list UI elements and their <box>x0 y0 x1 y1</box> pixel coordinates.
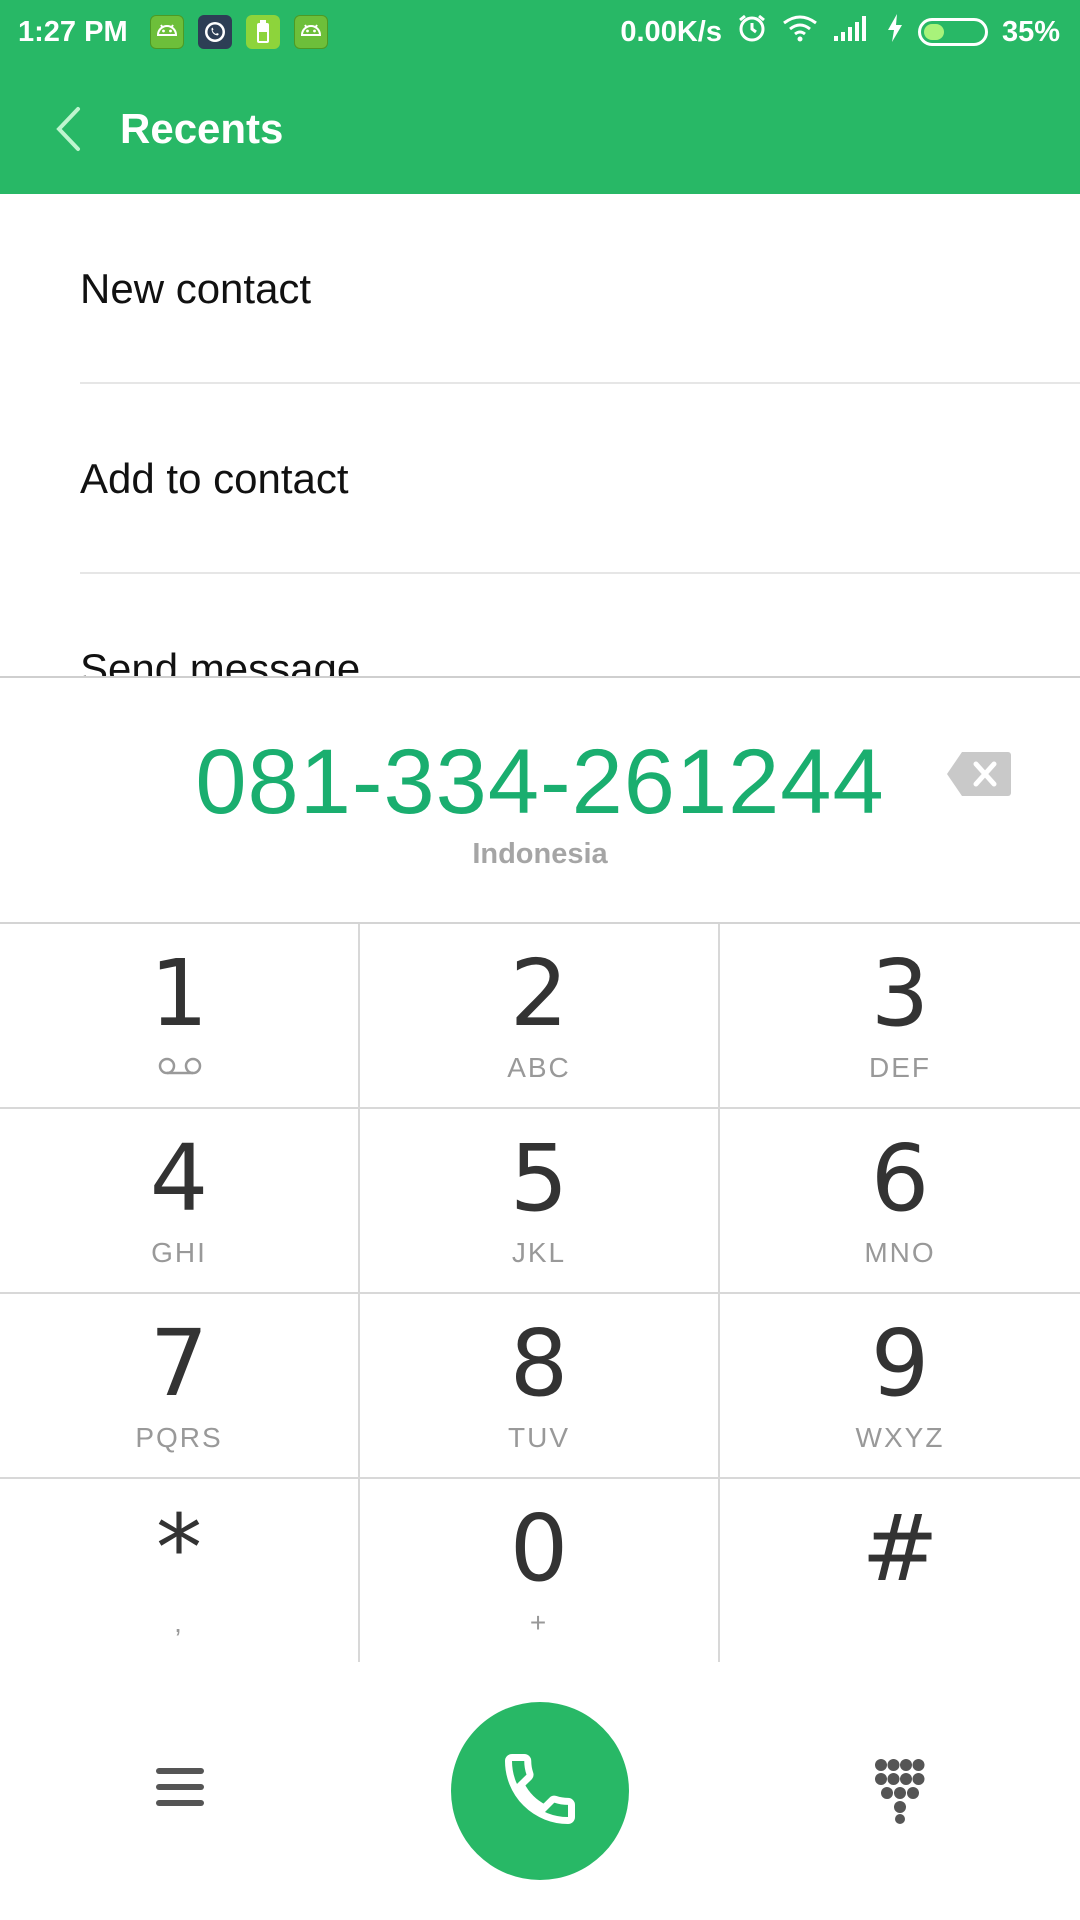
key-8[interactable]: 8 TUV <box>360 1294 720 1479</box>
key-letters: TUV <box>508 1422 570 1453</box>
new-contact-option[interactable]: New contact <box>0 194 1080 384</box>
key-digit: 7 <box>149 1310 209 1417</box>
key-digit: 9 <box>870 1310 930 1417</box>
phone-icon <box>498 1747 582 1836</box>
key-6[interactable]: 6 MNO <box>720 1109 1080 1294</box>
wifi-icon <box>782 14 818 50</box>
option-label: New contact <box>80 265 312 312</box>
back-arrow-icon[interactable] <box>38 99 98 159</box>
key-digit: # <box>861 1495 939 1602</box>
call-button[interactable] <box>451 1702 629 1880</box>
key-letters: , <box>174 1607 184 1638</box>
page-title: Recents <box>120 105 284 152</box>
option-label: Send message <box>80 645 361 676</box>
key-3[interactable]: 3 DEF <box>720 924 1080 1109</box>
key-1[interactable]: 1 <box>0 924 360 1109</box>
android-icon <box>149 15 184 49</box>
signal-icon <box>832 14 872 50</box>
key-0[interactable]: 0 + <box>360 1479 720 1664</box>
status-bar: 1:27 PM 0.00K/s 35% <box>0 0 1080 64</box>
key-digit: 3 <box>870 940 930 1047</box>
key-digit: 0 <box>509 1495 569 1602</box>
option-label: Add to contact <box>80 455 349 502</box>
key-digit: 5 <box>509 1125 569 1232</box>
key-4[interactable]: 4 GHI <box>0 1109 360 1294</box>
key-letters: PQRS <box>135 1422 223 1453</box>
key-letters: JKL <box>511 1237 567 1268</box>
number-region: Indonesia <box>472 838 608 870</box>
options-list: New contact Add to contact Send message <box>0 194 1080 676</box>
key-digit: 6 <box>870 1125 930 1232</box>
battery-percent: 35% <box>1001 15 1060 48</box>
keypad: 1 2 ABC 3 DEF 4 GHI 5 JKL 6 MNO 7 PQRS 8… <box>0 922 1080 1664</box>
key-letters: DEF <box>869 1052 931 1083</box>
key-7[interactable]: 7 PQRS <box>0 1294 360 1479</box>
network-speed: 0.00K/s <box>620 15 722 48</box>
key-star[interactable]: * , <box>0 1479 360 1664</box>
alarm-icon <box>736 12 768 52</box>
bottom-bar <box>0 1662 1080 1920</box>
key-2[interactable]: 2 ABC <box>360 924 720 1109</box>
key-letters: GHI <box>151 1237 207 1268</box>
backspace-icon[interactable] <box>946 750 1012 798</box>
key-letters: + <box>529 1607 549 1638</box>
battery-fill <box>923 24 944 40</box>
key-digit: 2 <box>509 940 569 1047</box>
dial-display: 081-334-261244 Indonesia <box>0 676 1080 922</box>
key-digit: 1 <box>149 940 209 1047</box>
whatsapp-icon <box>197 15 232 49</box>
key-5[interactable]: 5 JKL <box>360 1109 720 1294</box>
dialed-number: 081-334-261244 <box>195 731 885 833</box>
key-digit: 8 <box>509 1310 569 1417</box>
app-bar: Recents <box>0 64 1080 194</box>
battery-app-icon <box>245 15 280 49</box>
menu-icon[interactable] <box>150 1762 210 1812</box>
battery-icon <box>917 18 988 46</box>
android-icon <box>293 15 328 49</box>
key-digit: 4 <box>149 1125 209 1232</box>
dialpad-icon[interactable] <box>874 1758 926 1824</box>
key-letters: ABC <box>507 1052 571 1083</box>
voicemail-icon <box>157 1056 203 1076</box>
charging-icon <box>886 13 904 51</box>
key-9[interactable]: 9 WXYZ <box>720 1294 1080 1479</box>
key-digit: * <box>156 1495 202 1602</box>
add-to-contact-option[interactable]: Add to contact <box>0 384 1080 574</box>
key-letters: MNO <box>864 1237 936 1268</box>
key-letters: WXYZ <box>855 1422 945 1453</box>
send-message-option[interactable]: Send message <box>0 574 1080 676</box>
status-time: 1:27 PM <box>18 15 128 48</box>
key-hash[interactable]: # <box>720 1479 1080 1664</box>
